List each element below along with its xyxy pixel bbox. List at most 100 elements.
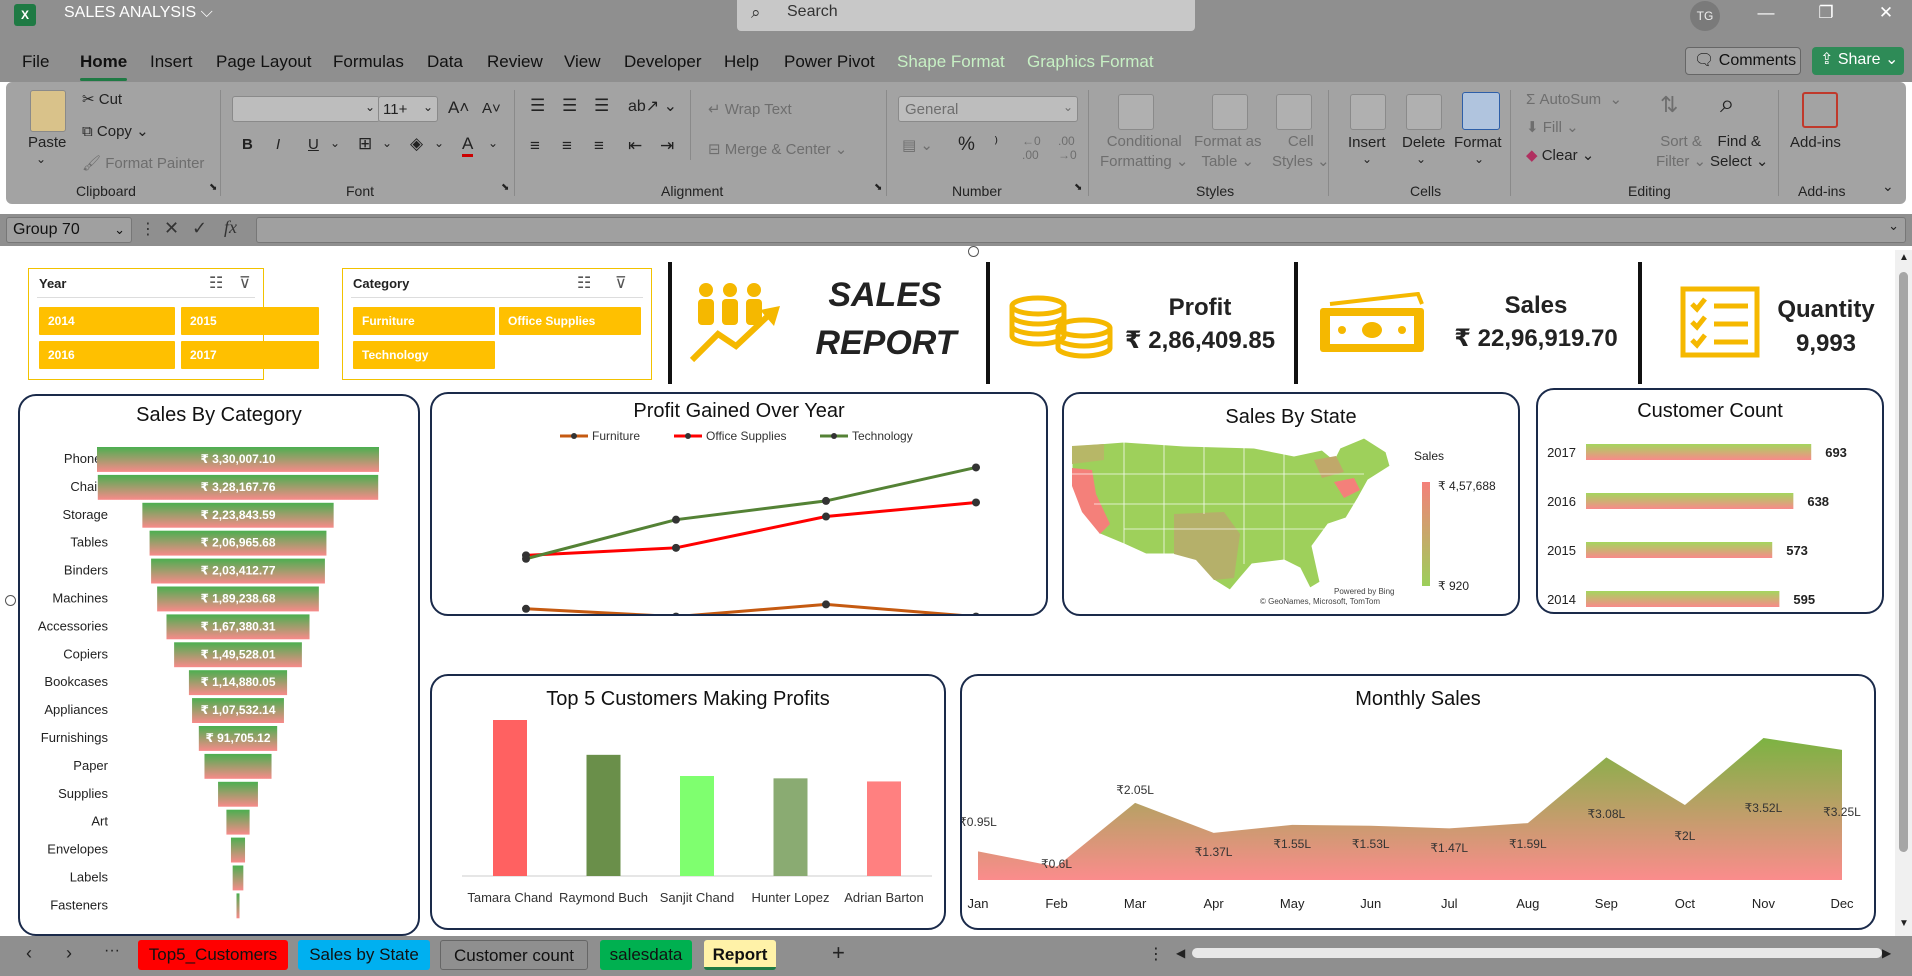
format-button[interactable]: Format bbox=[1454, 134, 1502, 151]
sales-by-category-card[interactable]: Sales By Category Phones ₹ 3,30,007.10 Cha… bbox=[18, 394, 420, 936]
chevron-down-icon[interactable]: ⌄ bbox=[330, 136, 340, 150]
horizontal-scrollbar[interactable] bbox=[1192, 948, 1882, 958]
merge-center-button[interactable]: ⊟ Merge & Center ⌄ bbox=[708, 140, 847, 158]
align-center-icon[interactable]: ≡ bbox=[562, 136, 572, 156]
slicer-item-2017[interactable]: 2017 bbox=[181, 341, 319, 369]
italic-icon[interactable]: I bbox=[276, 136, 280, 153]
align-left-icon[interactable]: ≡ bbox=[530, 136, 540, 156]
align-top-icon[interactable]: ☰ bbox=[530, 96, 545, 116]
search-box[interactable]: ⌕ Search bbox=[737, 0, 1195, 31]
font-color-icon[interactable]: A bbox=[462, 134, 474, 157]
next-sheet-icon[interactable]: › bbox=[66, 943, 72, 964]
launcher-icon[interactable]: ⬊ bbox=[1074, 182, 1082, 193]
prev-sheet-icon[interactable]: ‹ bbox=[26, 943, 32, 964]
addins-button[interactable]: Add-ins bbox=[1790, 134, 1841, 151]
number-format-select[interactable]: General ⌄ bbox=[898, 96, 1078, 122]
selection-handle[interactable] bbox=[5, 595, 16, 606]
increase-font-icon[interactable]: A˄ bbox=[448, 98, 469, 118]
increase-decimal-icon[interactable]: ←0.00 bbox=[1022, 134, 1041, 162]
year-slicer[interactable]: Year ☷ ⊽ 2014 2015 2016 2017 bbox=[28, 268, 319, 380]
autosum-button[interactable]: Σ AutoSum ⌄ bbox=[1526, 90, 1622, 108]
borders-icon[interactable]: ⊞ bbox=[358, 134, 372, 154]
slicer-item-technology[interactable]: Technology bbox=[353, 341, 495, 369]
sort-filter-button[interactable]: Sort & Filter ⌄ bbox=[1656, 132, 1706, 172]
underline-icon[interactable]: U bbox=[308, 136, 319, 153]
format-painter-button[interactable]: 🖌 Format Painter bbox=[82, 154, 204, 172]
customer-count-card[interactable]: Customer Count 2017 693 2016 638 2015 573 2014… bbox=[1536, 388, 1884, 614]
selection-handle[interactable] bbox=[968, 246, 979, 257]
currency-icon[interactable]: ▤ ⌄ bbox=[902, 136, 933, 154]
sheet-tab-report[interactable]: Report bbox=[704, 940, 776, 970]
launcher-icon[interactable]: ⬊ bbox=[874, 182, 882, 193]
name-box[interactable]: Group 70 ⌄ bbox=[6, 217, 132, 243]
chevron-down-icon[interactable]: ⌄ bbox=[1362, 152, 1372, 166]
cell-styles-button[interactable]: Cell Styles ⌄ bbox=[1272, 132, 1330, 172]
tab-power-pivot[interactable]: Power Pivot bbox=[784, 52, 875, 72]
decrease-decimal-icon[interactable]: .00 →0 bbox=[1058, 134, 1077, 162]
more-options-icon[interactable]: ⋮ bbox=[1148, 944, 1164, 964]
decrease-font-icon[interactable]: A˅ bbox=[482, 100, 501, 117]
share-button[interactable]: ⇪ Share ⌄ bbox=[1812, 47, 1904, 75]
orientation-icon[interactable]: ab↗ ⌄ bbox=[628, 96, 677, 116]
tab-file[interactable]: File bbox=[22, 52, 49, 72]
font-family-select[interactable]: ⌄ bbox=[232, 96, 380, 122]
tab-view[interactable]: View bbox=[564, 52, 601, 72]
tab-data[interactable]: Data bbox=[427, 52, 463, 72]
formula-input[interactable]: ⌄ bbox=[256, 217, 1906, 243]
clear-filter-icon[interactable]: ⊽ bbox=[615, 273, 627, 293]
tab-formulas[interactable]: Formulas bbox=[333, 52, 404, 72]
clear-button[interactable]: ◆ Clear ⌄ bbox=[1526, 146, 1594, 164]
avatar[interactable]: TG bbox=[1690, 1, 1720, 31]
cancel-icon[interactable]: ✕ bbox=[164, 218, 179, 239]
collapse-ribbon-icon[interactable]: ⌄ bbox=[1882, 178, 1894, 195]
minimize-icon[interactable]: — bbox=[1744, 0, 1788, 28]
slicer-item-office-supplies[interactable]: Office Supplies bbox=[499, 307, 641, 335]
scroll-down-icon[interactable]: ▼ bbox=[1899, 918, 1909, 929]
slicer-item-2016[interactable]: 2016 bbox=[39, 341, 175, 369]
multi-select-icon[interactable]: ☷ bbox=[577, 273, 591, 293]
top-customers-card[interactable]: Top 5 Customers Making Profits Tamara Ch… bbox=[430, 674, 946, 930]
percent-icon[interactable]: % bbox=[958, 134, 975, 156]
wrap-text-button[interactable]: ↵ Wrap Text bbox=[708, 100, 792, 118]
tab-insert[interactable]: Insert bbox=[150, 52, 193, 72]
clear-filter-icon[interactable]: ⊽ bbox=[239, 273, 251, 293]
align-middle-icon[interactable]: ☰ bbox=[562, 96, 577, 116]
tab-graphics-format[interactable]: Graphics Format bbox=[1027, 52, 1154, 72]
scroll-right-icon[interactable]: ▶ bbox=[1882, 946, 1891, 960]
sheet-tab-salesdata[interactable]: salesdata bbox=[600, 940, 692, 970]
copy-button[interactable]: ⧉ Copy ⌄ bbox=[82, 122, 149, 140]
chevron-down-icon[interactable]: ⌄ bbox=[488, 136, 498, 150]
decrease-indent-icon[interactable]: ⇤ bbox=[628, 136, 642, 156]
vertical-scrollbar[interactable]: ▲ ▼ bbox=[1895, 250, 1912, 936]
sales-by-state-card[interactable]: Sales By State Sales ₹ 4,57,688 ₹ 920 Po… bbox=[1062, 392, 1520, 616]
workbook-title[interactable]: SALES ANALYSIS ⌵ bbox=[64, 4, 213, 22]
tab-shape-format[interactable]: Shape Format bbox=[897, 52, 1005, 72]
sheet-tab-top5-customers[interactable]: Top5_Customers bbox=[138, 940, 288, 970]
sheet-tab-customer-count[interactable]: Customer count bbox=[440, 940, 588, 970]
scroll-left-icon[interactable]: ◀ bbox=[1176, 946, 1185, 960]
function-icon[interactable]: fx bbox=[224, 217, 237, 238]
tab-review[interactable]: Review bbox=[487, 52, 543, 72]
multi-select-icon[interactable]: ☷ bbox=[209, 273, 223, 293]
increase-indent-icon[interactable]: ⇥ bbox=[660, 136, 674, 156]
comments-button[interactable]: 🗨 Comments bbox=[1685, 47, 1801, 75]
restore-icon[interactable]: ❐ bbox=[1804, 0, 1848, 28]
profit-over-year-card[interactable]: Profit Gained Over Year 2014201520162017… bbox=[430, 392, 1048, 616]
cut-button[interactable]: ✂ Cut bbox=[82, 90, 122, 108]
close-icon[interactable]: ✕ bbox=[1864, 0, 1908, 28]
tab-page-layout[interactable]: Page Layout bbox=[216, 52, 311, 72]
chevron-down-icon[interactable]: ⌄ bbox=[1474, 152, 1484, 166]
font-size-select[interactable]: 11+ ⌄ bbox=[378, 96, 438, 122]
add-sheet-icon[interactable]: + bbox=[832, 940, 845, 966]
tab-home[interactable]: Home bbox=[80, 52, 128, 81]
fill-button[interactable]: ⬇ Fill ⌄ bbox=[1526, 118, 1579, 136]
format-as-table-button[interactable]: Format as Table ⌄ bbox=[1194, 132, 1262, 172]
chevron-down-icon[interactable]: ⌄ bbox=[382, 136, 392, 150]
chevron-down-icon[interactable]: ⌄ bbox=[1416, 152, 1426, 166]
report-sheet[interactable]: Year ☷ ⊽ 2014 2015 2016 2017 Category ☷ … bbox=[0, 246, 1895, 936]
tab-developer[interactable]: Developer bbox=[624, 52, 702, 72]
conditional-formatting-button[interactable]: Conditional Formatting ⌄ bbox=[1100, 132, 1188, 172]
sheet-tab-sales-by-state[interactable]: Sales by State bbox=[298, 940, 430, 970]
chevron-down-icon[interactable]: ⌄ bbox=[434, 136, 444, 150]
comma-icon[interactable]: ⁾ bbox=[994, 134, 998, 154]
